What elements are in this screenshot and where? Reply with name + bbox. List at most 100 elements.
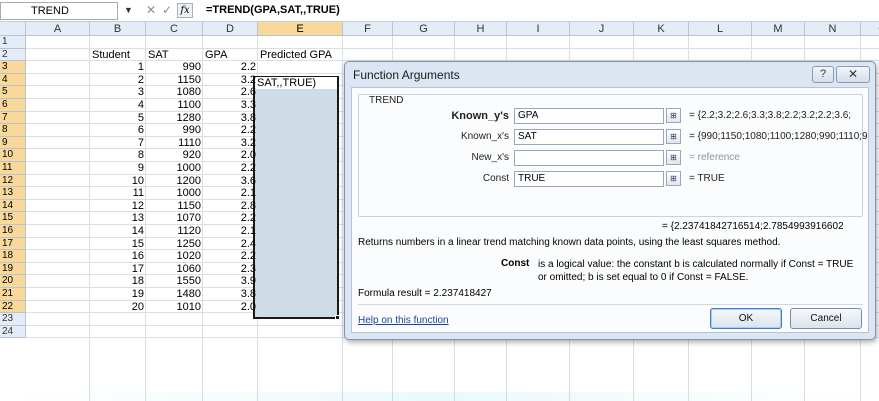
gpa-cell[interactable]: 3.3 xyxy=(203,99,258,111)
row-header[interactable]: 1 xyxy=(0,36,26,49)
sat-cell[interactable]: 1100 xyxy=(146,99,203,111)
column-header[interactable]: M xyxy=(752,22,805,36)
column-header[interactable]: O xyxy=(861,22,879,36)
sat-cell[interactable]: 1110 xyxy=(146,137,203,149)
sat-cell[interactable]: 1010 xyxy=(146,301,203,313)
gpa-cell[interactable]: 2.2 xyxy=(203,212,258,224)
gpa-cell[interactable]: 3.8 xyxy=(203,288,258,300)
row-header[interactable]: 14 xyxy=(0,199,26,213)
argument-input[interactable]: GPA xyxy=(514,108,664,124)
cancel-entry-icon[interactable]: ✕ xyxy=(144,3,158,17)
ok-button[interactable]: OK xyxy=(710,308,782,329)
student-cell[interactable]: 17 xyxy=(90,263,146,275)
gpa-cell[interactable]: 2.1 xyxy=(203,225,258,237)
student-cell[interactable]: 6 xyxy=(90,124,146,136)
argument-input[interactable]: TRUE xyxy=(514,171,664,187)
range-picker-icon[interactable]: ⊞ xyxy=(666,129,681,144)
range-picker-icon[interactable]: ⊞ xyxy=(666,108,681,123)
gpa-cell[interactable]: 2.6 xyxy=(203,86,258,98)
student-cell[interactable]: 2 xyxy=(90,74,146,86)
gpa-cell[interactable]: 2.4 xyxy=(203,238,258,250)
row-header[interactable]: 16 xyxy=(0,225,26,238)
cancel-button[interactable]: Cancel xyxy=(790,308,862,329)
help-icon[interactable]: ? xyxy=(812,66,834,83)
student-cell[interactable]: 4 xyxy=(90,99,146,111)
sat-cell[interactable]: 1120 xyxy=(146,225,203,237)
column-header[interactable]: F xyxy=(343,22,393,36)
insert-function-icon[interactable]: fx xyxy=(177,3,193,18)
name-box-dropdown-icon[interactable]: ▼ xyxy=(124,5,133,15)
row-header[interactable]: 24 xyxy=(0,325,26,339)
column-header[interactable]: D xyxy=(203,22,258,36)
student-cell[interactable]: 14 xyxy=(90,225,146,237)
gpa-cell[interactable]: 3.9 xyxy=(203,275,258,287)
range-picker-icon[interactable]: ⊞ xyxy=(666,171,681,186)
sat-cell[interactable]: 1020 xyxy=(146,250,203,262)
row-header[interactable]: 11 xyxy=(0,162,26,175)
student-cell[interactable]: 12 xyxy=(90,200,146,212)
sat-cell[interactable]: 990 xyxy=(146,61,203,73)
student-cell[interactable]: 8 xyxy=(90,149,146,161)
row-header[interactable]: 2 xyxy=(0,48,26,62)
gpa-cell[interactable]: 2.2 xyxy=(203,61,258,73)
confirm-entry-icon[interactable]: ✓ xyxy=(160,3,174,17)
row-header[interactable]: 22 xyxy=(0,300,26,314)
row-header[interactable]: 8 xyxy=(0,124,26,137)
gpa-cell[interactable]: 2.2 xyxy=(203,250,258,262)
student-cell[interactable]: 7 xyxy=(90,137,146,149)
sat-cell[interactable]: 1070 xyxy=(146,212,203,224)
sat-cell[interactable]: 1480 xyxy=(146,288,203,300)
header-cell-student[interactable]: Student xyxy=(90,49,146,61)
argument-input[interactable]: SAT xyxy=(514,129,664,145)
select-all-corner[interactable] xyxy=(0,22,26,36)
help-on-function-link[interactable]: Help on this function xyxy=(358,315,449,326)
gpa-cell[interactable]: 3.6 xyxy=(203,175,258,187)
gpa-cell[interactable]: 3.2 xyxy=(203,137,258,149)
student-cell[interactable]: 9 xyxy=(90,162,146,174)
gpa-cell[interactable]: 2.0 xyxy=(203,149,258,161)
column-header[interactable]: C xyxy=(146,22,203,36)
sat-cell[interactable]: 1150 xyxy=(146,74,203,86)
gpa-cell[interactable]: 2.3 xyxy=(203,263,258,275)
column-header[interactable]: A xyxy=(26,22,90,36)
gpa-cell[interactable]: 3.8 xyxy=(203,112,258,124)
student-cell[interactable]: 11 xyxy=(90,187,146,199)
argument-input[interactable] xyxy=(514,150,664,166)
sat-cell[interactable]: 920 xyxy=(146,149,203,161)
column-header[interactable]: E xyxy=(258,22,343,36)
sat-cell[interactable]: 1200 xyxy=(146,175,203,187)
sat-cell[interactable]: 1080 xyxy=(146,86,203,98)
row-header[interactable]: 23 xyxy=(0,313,26,326)
student-cell[interactable]: 18 xyxy=(90,275,146,287)
sat-cell[interactable]: 1280 xyxy=(146,112,203,124)
sat-cell[interactable]: 1060 xyxy=(146,263,203,275)
header-cell-gpa[interactable]: GPA xyxy=(203,49,258,61)
row-header[interactable]: 15 xyxy=(0,212,26,225)
column-header[interactable]: J xyxy=(570,22,634,36)
active-cell-editing[interactable]: SAT,,TRUE) xyxy=(255,77,337,89)
sat-cell[interactable]: 990 xyxy=(146,124,203,136)
row-header[interactable]: 3 xyxy=(0,61,26,74)
gpa-cell[interactable]: 2.8 xyxy=(203,200,258,212)
fill-handle[interactable] xyxy=(335,315,340,320)
student-cell[interactable]: 16 xyxy=(90,250,146,262)
header-cell-predicted-gpa[interactable]: Predicted GPA xyxy=(258,49,343,61)
row-header[interactable]: 12 xyxy=(0,174,26,188)
column-header[interactable]: N xyxy=(805,22,861,36)
student-cell[interactable]: 20 xyxy=(90,301,146,313)
gpa-cell[interactable]: 2.2 xyxy=(203,124,258,136)
sat-cell[interactable]: 1000 xyxy=(146,187,203,199)
column-header[interactable]: B xyxy=(90,22,146,36)
row-header[interactable]: 18 xyxy=(0,250,26,263)
row-header[interactable]: 5 xyxy=(0,86,26,99)
header-cell-sat[interactable]: SAT xyxy=(146,49,203,61)
column-header[interactable]: H xyxy=(455,22,507,36)
gpa-cell[interactable]: 3.2 xyxy=(203,74,258,86)
name-box[interactable]: TREND xyxy=(0,2,118,20)
gpa-cell[interactable]: 2.2 xyxy=(203,162,258,174)
sat-cell[interactable]: 1550 xyxy=(146,275,203,287)
sat-cell[interactable]: 1250 xyxy=(146,238,203,250)
row-header[interactable]: 6 xyxy=(0,99,26,112)
column-header[interactable]: I xyxy=(507,22,570,36)
close-icon[interactable]: ✕ xyxy=(836,66,870,83)
